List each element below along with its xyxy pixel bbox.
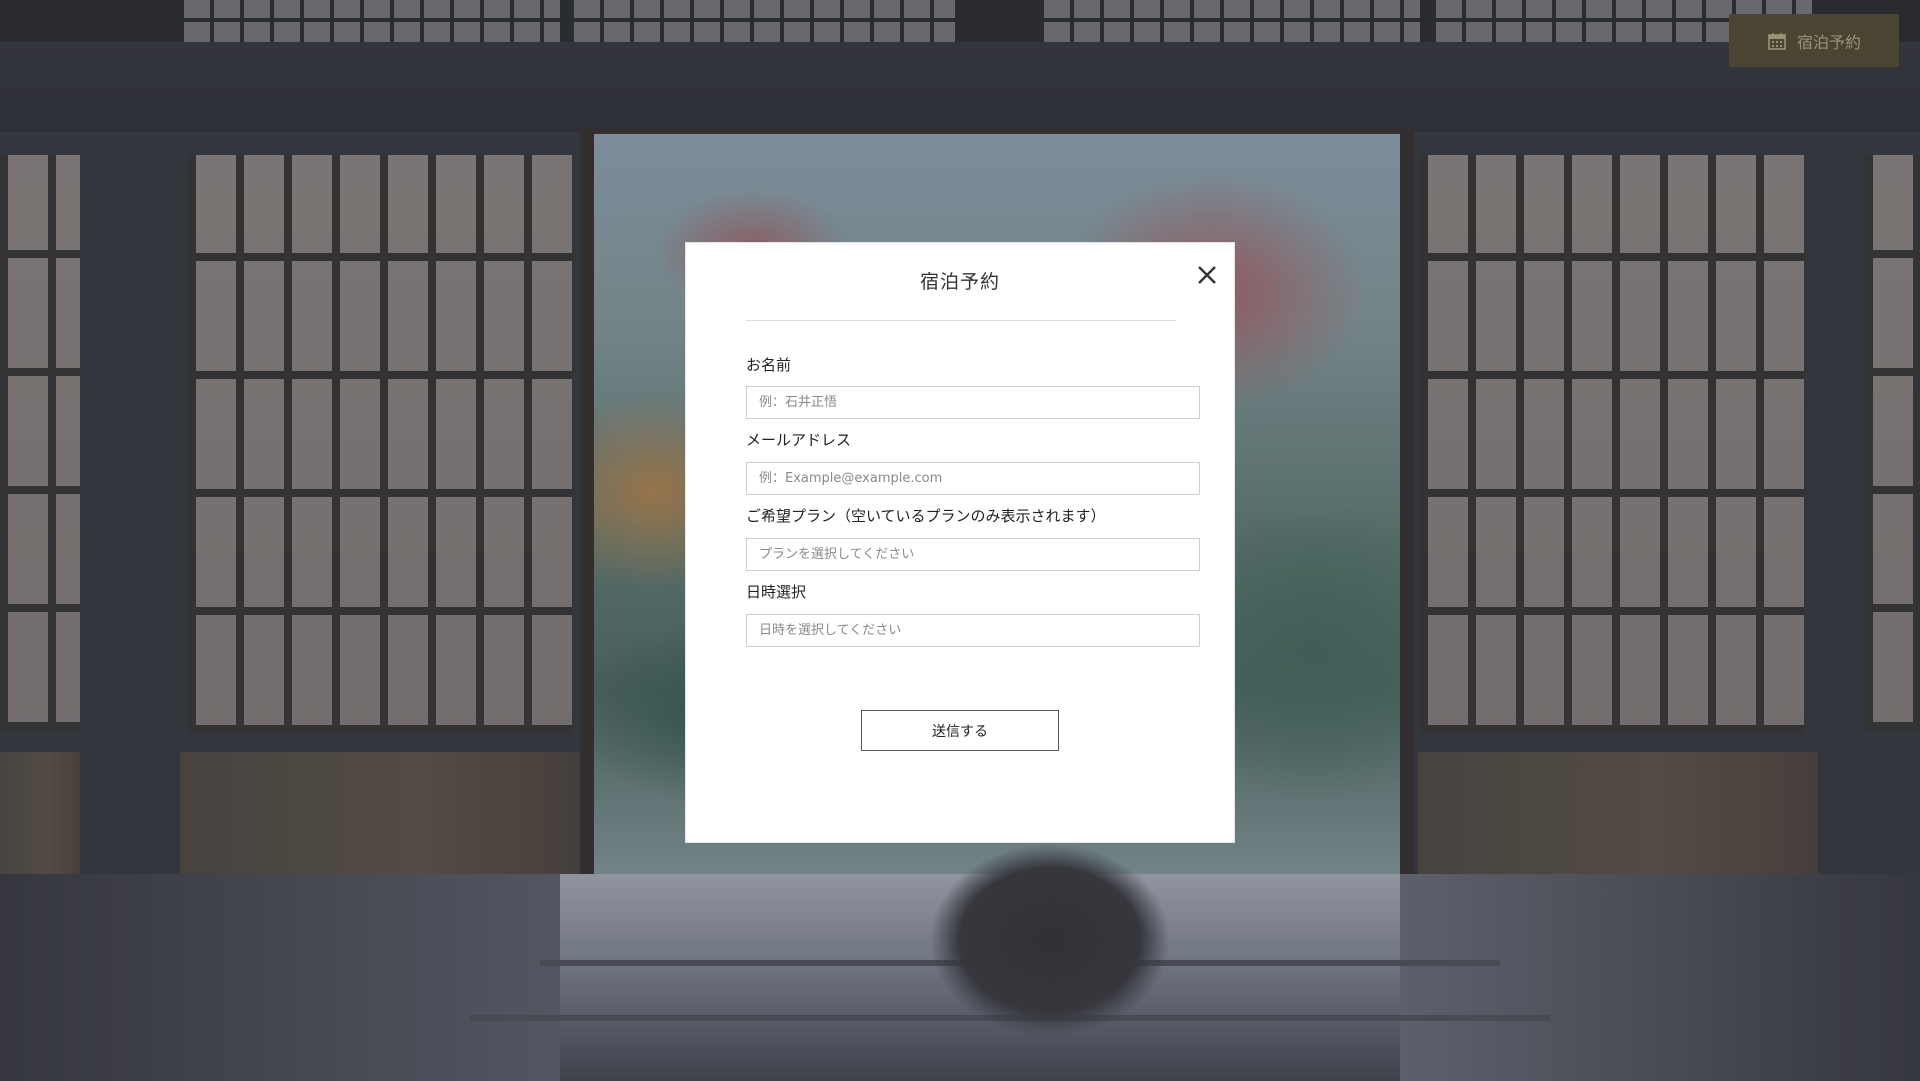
reserve-button-label: 宿泊予約 [1796,34,1861,52]
name-label: お名前 [746,356,792,374]
plan-label: ご希望プラン（空いているプランのみ表示されます） [746,507,1106,525]
close-button[interactable] [1191,259,1223,291]
reservation-modal: 宿泊予約 お名前 メールアドレス ご希望プラン（空いているプランのみ表示されます… [686,243,1234,842]
date-picker-input[interactable] [746,614,1200,647]
title-divider [746,320,1176,321]
calendar-icon [1767,31,1787,51]
name-input[interactable] [746,386,1200,419]
plan-select[interactable] [746,538,1200,571]
close-icon [1191,266,1223,294]
reserve-button[interactable]: 宿泊予約 [1729,14,1899,67]
email-input[interactable] [746,462,1200,495]
submit-button[interactable]: 送信する [861,710,1059,751]
date-label: 日時選択 [746,583,807,601]
modal-title: 宿泊予約 [919,271,1000,293]
email-label: メールアドレス [746,431,852,449]
